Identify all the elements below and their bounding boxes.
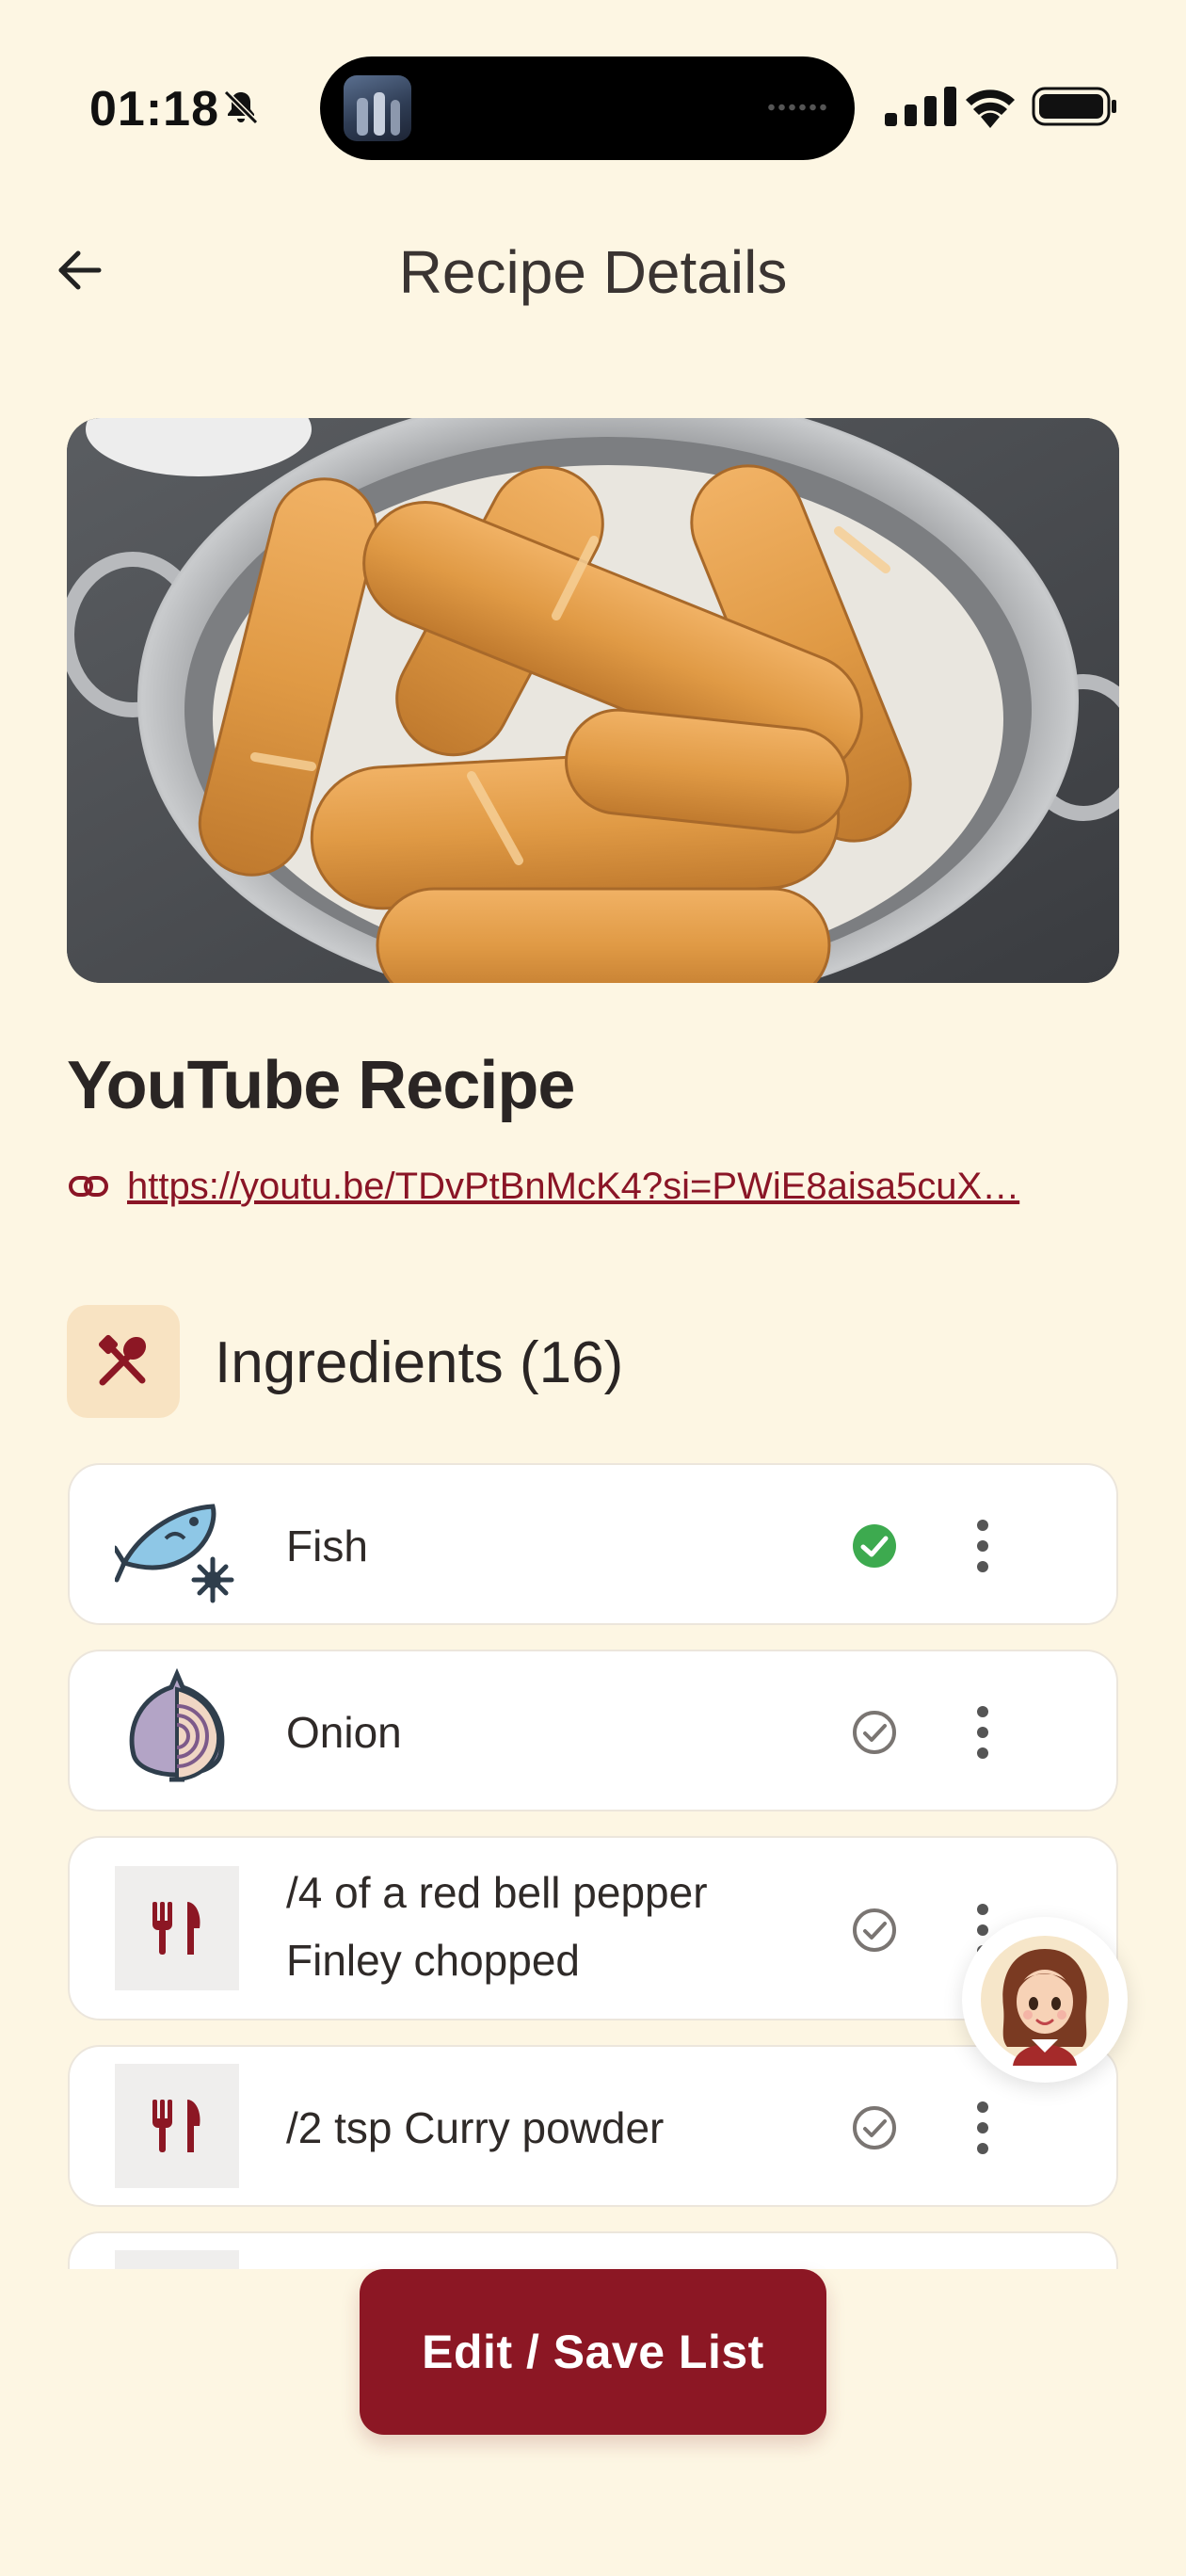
bell-slash-icon bbox=[223, 89, 259, 125]
recipe-image bbox=[67, 418, 1119, 983]
onion-icon bbox=[129, 1668, 225, 1782]
ingredient-name: /4 of a red bell pepper Finley chopped bbox=[286, 1868, 708, 1985]
list-item[interactable]: /4 of a red bell pepper Finley chopped bbox=[68, 1836, 1118, 2021]
list-item[interactable]: /2 tsp Curry powder bbox=[68, 2045, 1118, 2207]
link-icon bbox=[69, 1176, 108, 1197]
ingredients-badge bbox=[67, 1305, 180, 1418]
more-options-icon[interactable] bbox=[971, 1518, 994, 1574]
check-circle-outline-icon[interactable] bbox=[851, 2104, 898, 2151]
placeholder-thumbnail bbox=[115, 2064, 239, 2188]
signal-icon bbox=[885, 87, 956, 126]
status-bar: 01:18 bbox=[0, 0, 1186, 188]
wifi-icon bbox=[966, 89, 1015, 128]
utensils-icon bbox=[152, 2100, 200, 2152]
utensils-icon bbox=[152, 1902, 200, 1955]
list-item[interactable]: Fish bbox=[68, 1463, 1118, 1625]
recipe-title: YouTube Recipe bbox=[67, 1048, 575, 1123]
ingredients-heading: Ingredients (16) bbox=[215, 1330, 624, 1395]
page-title: Recipe Details bbox=[398, 238, 788, 306]
dynamic-island[interactable] bbox=[320, 56, 855, 160]
ingredient-name: Fish bbox=[286, 1521, 368, 1570]
ingredient-list[interactable]: Fish Onion /4 of a red bell pepper Finle… bbox=[68, 1463, 1118, 2269]
battery-icon bbox=[1032, 87, 1116, 126]
check-circle-outline-icon[interactable] bbox=[851, 1709, 898, 1756]
check-circle-outline-icon[interactable] bbox=[851, 1907, 898, 1954]
placeholder-thumbnail bbox=[115, 2250, 239, 2269]
list-item[interactable] bbox=[68, 2231, 1118, 2269]
placeholder-thumbnail bbox=[115, 1866, 239, 1990]
audio-waveform-icon bbox=[766, 104, 828, 111]
utensils-icon bbox=[98, 1334, 147, 1386]
more-options-icon[interactable] bbox=[971, 1704, 994, 1761]
frozen-fish-icon bbox=[115, 1504, 234, 1603]
ingredient-name: /2 tsp Curry powder bbox=[286, 2103, 665, 2152]
assistant-avatar-button[interactable] bbox=[962, 1917, 1128, 2083]
checked-circle-icon[interactable] bbox=[851, 1522, 898, 1570]
recipe-link[interactable]: https://youtu.be/TDvPtBnMcK4?si=PWiE8ais… bbox=[67, 1158, 1121, 1215]
chef-avatar-icon bbox=[981, 1936, 1109, 2066]
edit-save-list-button[interactable]: Edit / Save List bbox=[360, 2269, 826, 2435]
ingredient-name: Onion bbox=[286, 1708, 402, 1757]
list-item[interactable]: Onion bbox=[68, 1650, 1118, 1811]
recipe-link-text[interactable]: https://youtu.be/TDvPtBnMcK4?si=PWiE8ais… bbox=[127, 1166, 1121, 1208]
more-options-icon[interactable] bbox=[971, 2100, 994, 2156]
status-time: 01:18 bbox=[89, 82, 219, 137]
recipe-details-screen: 01:18 Recipe Details YouTube Recipe http… bbox=[0, 0, 1186, 2576]
now-playing-thumbnail[interactable] bbox=[344, 75, 411, 141]
